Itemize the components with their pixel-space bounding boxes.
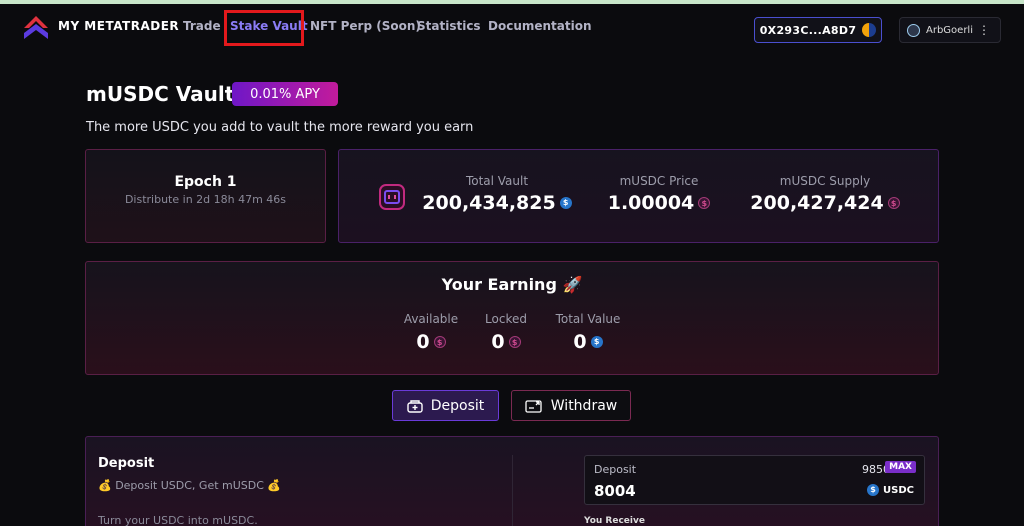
musdc-price-label: mUSDC Price xyxy=(619,174,699,188)
usdc-icon: $ xyxy=(867,484,880,496)
network-icon xyxy=(907,23,920,37)
musdc-icon: $ xyxy=(698,197,711,209)
menu-icon[interactable]: ⋮ xyxy=(978,22,990,38)
highlight-annotation xyxy=(224,10,304,46)
musdc-icon: $ xyxy=(433,336,446,348)
deposit-tab-button[interactable]: Deposit xyxy=(392,390,499,421)
total-vault-stat: Total Vault 200,434,825 $ xyxy=(419,174,575,214)
musdc-icon: $ xyxy=(508,336,521,348)
deposit-amount-input[interactable]: 8004 xyxy=(594,482,636,500)
nav-documentation[interactable]: Documentation xyxy=(488,19,592,33)
nav-trade[interactable]: Trade xyxy=(183,19,221,33)
logo-icon[interactable] xyxy=(22,12,50,42)
locked-stat: Locked 0 $ xyxy=(478,312,534,353)
wallet-button[interactable]: 0X293C...A8D7 xyxy=(754,17,882,43)
available-label: Available xyxy=(403,312,459,326)
usdc-icon: $ xyxy=(590,336,603,348)
deposit-tab-label: Deposit xyxy=(430,397,485,414)
wallet-avatar-icon xyxy=(862,23,877,37)
deposit-input-label: Deposit xyxy=(594,463,637,476)
deposit-panel: Deposit 💰 Deposit USDC, Get mUSDC 💰 Turn… xyxy=(85,436,939,526)
epoch-card: Epoch 1 Distribute in 2d 18h 47m 46s xyxy=(85,149,326,243)
vault-icon xyxy=(379,184,405,210)
network-name: ArbGoerli xyxy=(926,24,973,36)
total-vault-value: 200,434,825 xyxy=(422,192,556,214)
nav-statistics[interactable]: Statistics xyxy=(417,19,481,33)
withdraw-icon xyxy=(525,399,542,413)
total-value-stat: Total Value 0 $ xyxy=(548,312,628,353)
page-title: mUSDC Vault xyxy=(86,82,235,106)
musdc-supply-stat: mUSDC Supply 200,427,424 $ xyxy=(743,174,907,214)
total-value-value: 0 xyxy=(573,331,587,353)
deposit-panel-title: Deposit xyxy=(98,456,155,471)
nav-nft-perp[interactable]: NFT Perp (Soon) xyxy=(310,19,421,33)
deposit-amount-field[interactable]: Deposit 9850 MAX 8004 $ USDC xyxy=(584,455,925,505)
token-selector[interactable]: $ USDC xyxy=(867,484,914,496)
navbar: MY METATRADER Trade Stake Vault NFT Perp… xyxy=(0,4,1024,48)
withdraw-tab-button[interactable]: Withdraw xyxy=(511,390,631,421)
epoch-countdown: Distribute in 2d 18h 47m 46s xyxy=(124,193,287,206)
available-value: 0 xyxy=(416,331,430,353)
network-button[interactable]: ArbGoerli ⋮ xyxy=(899,17,1001,43)
deposit-icon xyxy=(407,399,423,413)
locked-label: Locked xyxy=(485,312,527,326)
withdraw-tab-label: Withdraw xyxy=(550,397,618,414)
musdc-supply-value: 200,427,424 xyxy=(750,192,884,214)
brand-name[interactable]: MY METATRADER xyxy=(58,19,179,33)
max-button[interactable]: MAX xyxy=(885,461,916,473)
apy-badge: 0.01% APY xyxy=(232,82,338,106)
wallet-address: 0X293C...A8D7 xyxy=(759,23,857,37)
vault-stats-card: Total Vault 200,434,825 $ mUSDC Price 1.… xyxy=(338,149,939,243)
musdc-supply-label: mUSDC Supply xyxy=(779,174,871,188)
total-vault-label: Total Vault xyxy=(465,174,529,188)
deposit-panel-subtitle: 💰 Deposit USDC, Get mUSDC 💰 xyxy=(98,479,282,492)
earning-card: Your Earning 🚀 Available 0 $ Locked 0 $ … xyxy=(85,261,939,375)
page-subtitle: The more USDC you add to vault the more … xyxy=(86,120,474,135)
total-value-label: Total Value xyxy=(555,312,621,326)
epoch-title: Epoch 1 xyxy=(174,174,237,190)
available-stat: Available 0 $ xyxy=(398,312,464,353)
you-receive-label: You Receive xyxy=(584,516,645,526)
locked-value: 0 xyxy=(491,331,505,353)
musdc-icon: $ xyxy=(887,197,900,209)
musdc-price-stat: mUSDC Price 1.00004 $ xyxy=(601,174,717,214)
token-name: USDC xyxy=(883,484,914,496)
usdc-icon: $ xyxy=(559,197,572,209)
divider xyxy=(512,455,513,526)
musdc-price-value: 1.00004 xyxy=(607,192,695,214)
deposit-panel-description: Turn your USDC into mUSDC. xyxy=(98,514,258,526)
earning-title: Your Earning 🚀 xyxy=(441,275,583,294)
